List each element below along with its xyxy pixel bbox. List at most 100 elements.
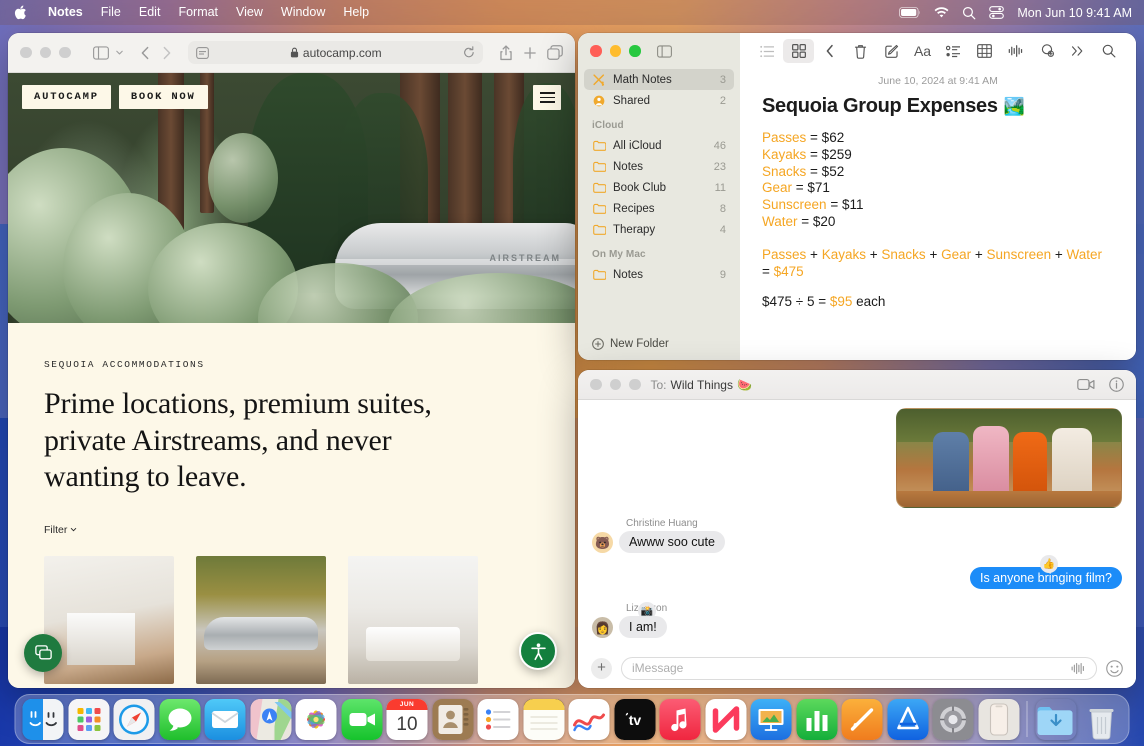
notes-window[interactable]: Math Notes 3 Shared 2 iCloud All iCloud … bbox=[578, 33, 1136, 360]
dock-app-apple-tv[interactable]: tv bbox=[614, 699, 655, 740]
camera-tapback-icon[interactable]: 📸 bbox=[638, 602, 656, 620]
address-bar[interactable]: autocamp.com bbox=[188, 41, 484, 64]
filter-control[interactable]: Filter bbox=[44, 524, 539, 536]
more-chevrons-icon[interactable] bbox=[1062, 39, 1093, 63]
sidebar-item-all-icloud[interactable]: All iCloud 46 bbox=[584, 135, 734, 156]
dock-app-freeform[interactable] bbox=[569, 699, 610, 740]
chat-bubble-icon[interactable] bbox=[24, 634, 62, 672]
forward-button[interactable] bbox=[161, 46, 172, 60]
sidebar-item-notes-local[interactable]: Notes 9 bbox=[584, 264, 734, 285]
dock-app-numbers[interactable] bbox=[796, 699, 837, 740]
dock-app-contacts[interactable] bbox=[432, 699, 473, 740]
minimize-button[interactable] bbox=[40, 47, 52, 59]
avatar[interactable]: 🐻 bbox=[592, 532, 613, 553]
dock-app-calendar[interactable]: JUN 10 bbox=[387, 699, 428, 740]
photo-message[interactable] bbox=[896, 408, 1122, 508]
format-aa-icon[interactable]: Aa bbox=[907, 39, 938, 63]
menu-item-edit[interactable]: Edit bbox=[130, 0, 170, 25]
share-icon[interactable] bbox=[499, 45, 513, 61]
sidebar-item-recipes[interactable]: Recipes 8 bbox=[584, 198, 734, 219]
menu-item-view[interactable]: View bbox=[227, 0, 272, 25]
dock-app-app-store[interactable] bbox=[887, 699, 928, 740]
dock-app-messages[interactable] bbox=[159, 699, 200, 740]
url-text-container[interactable]: autocamp.com bbox=[215, 46, 458, 60]
messages-traffic-lights[interactable] bbox=[590, 379, 641, 391]
menu-item-format[interactable]: Format bbox=[169, 0, 227, 25]
reader-icon[interactable] bbox=[196, 47, 209, 59]
notes-traffic-lights[interactable] bbox=[590, 45, 641, 57]
message-thread[interactable]: Christine Huang 🐻 Awww soo cute 👍 Is any… bbox=[578, 400, 1136, 648]
sidebar-item-shared[interactable]: Shared 2 bbox=[584, 90, 734, 111]
dock-app-music[interactable] bbox=[660, 699, 701, 740]
control-center-icon[interactable] bbox=[989, 6, 1004, 19]
sidebar-item-book-club[interactable]: Book Club 11 bbox=[584, 177, 734, 198]
compose-icon[interactable] bbox=[876, 39, 907, 63]
new-folder-button[interactable]: New Folder bbox=[578, 338, 740, 360]
book-now-button[interactable]: BOOK NOW bbox=[119, 85, 208, 109]
dock-downloads-folder[interactable] bbox=[1035, 699, 1076, 740]
close-button[interactable] bbox=[590, 45, 602, 57]
accessibility-icon[interactable] bbox=[519, 632, 557, 670]
dock-app-safari[interactable] bbox=[114, 699, 155, 740]
menu-item-window[interactable]: Window bbox=[272, 0, 334, 25]
wifi-icon[interactable] bbox=[934, 7, 949, 19]
sidebar-item-notes-icloud[interactable]: Notes 23 bbox=[584, 156, 734, 177]
menu-item-help[interactable]: Help bbox=[334, 0, 378, 25]
menu-item-file[interactable]: File bbox=[92, 0, 130, 25]
info-circle-icon[interactable] bbox=[1109, 377, 1124, 392]
conversation-recipient[interactable]: To: Wild Things 🍉 bbox=[651, 378, 752, 392]
audio-waveform-icon[interactable] bbox=[1000, 39, 1031, 63]
back-button[interactable] bbox=[140, 46, 151, 60]
message-bubble[interactable]: Awww soo cute bbox=[619, 531, 725, 553]
sidebar-toggle-icon[interactable] bbox=[657, 45, 672, 58]
dock-app-system-settings[interactable] bbox=[933, 699, 974, 740]
dock-app-news[interactable] bbox=[705, 699, 746, 740]
minimize-button[interactable] bbox=[610, 45, 622, 57]
listing-thumbnail[interactable] bbox=[196, 556, 326, 684]
battery-icon[interactable] bbox=[899, 7, 921, 18]
dock-app-photos[interactable] bbox=[296, 699, 337, 740]
new-tab-button[interactable] bbox=[523, 46, 537, 60]
zoom-button[interactable] bbox=[629, 45, 641, 57]
safari-traffic-lights[interactable] bbox=[20, 47, 71, 59]
close-button[interactable] bbox=[590, 379, 602, 391]
search-icon[interactable] bbox=[1093, 39, 1124, 63]
site-logo[interactable]: AUTOCAMP bbox=[22, 85, 111, 109]
dock-app-maps[interactable] bbox=[250, 699, 291, 740]
markup-icon[interactable] bbox=[1031, 39, 1062, 63]
trash-icon[interactable] bbox=[845, 39, 876, 63]
checklist-icon[interactable] bbox=[938, 39, 969, 63]
zoom-button[interactable] bbox=[59, 47, 71, 59]
dock-app-mail[interactable] bbox=[205, 699, 246, 740]
apple-logo-icon[interactable] bbox=[14, 5, 27, 20]
listing-thumbnail[interactable] bbox=[44, 556, 174, 684]
reload-icon[interactable] bbox=[463, 46, 475, 59]
dock-app-iphone-mirroring[interactable] bbox=[978, 699, 1019, 740]
list-view-icon[interactable] bbox=[752, 39, 783, 63]
zoom-button[interactable] bbox=[629, 379, 641, 391]
safari-window[interactable]: autocamp.com bbox=[8, 33, 575, 688]
menu-item-app[interactable]: Notes bbox=[39, 0, 92, 25]
thumbs-up-tapback-icon[interactable]: 👍 bbox=[1040, 555, 1058, 573]
video-camera-icon[interactable] bbox=[1077, 378, 1095, 391]
messages-window[interactable]: To: Wild Things 🍉 bbox=[578, 370, 1136, 688]
sidebar-item-therapy[interactable]: Therapy 4 bbox=[584, 219, 734, 240]
search-icon[interactable] bbox=[962, 6, 976, 20]
dock-app-launchpad[interactable] bbox=[68, 699, 109, 740]
back-chevron-icon[interactable] bbox=[814, 39, 845, 63]
sidebar-item-math-notes[interactable]: Math Notes 3 bbox=[584, 69, 734, 90]
attach-plus-icon[interactable]: + bbox=[591, 658, 612, 679]
close-button[interactable] bbox=[20, 47, 32, 59]
message-input[interactable]: iMessage bbox=[621, 657, 1097, 680]
tab-overview-icon[interactable] bbox=[547, 45, 563, 60]
listing-thumbnail[interactable] bbox=[348, 556, 478, 684]
emoji-smiley-icon[interactable] bbox=[1106, 660, 1123, 677]
hamburger-icon[interactable] bbox=[533, 85, 561, 110]
sidebar-icon[interactable] bbox=[93, 46, 109, 60]
note-content[interactable]: June 10, 2024 at 9:41 AM Sequoia Group E… bbox=[740, 69, 1136, 311]
dock-app-pages[interactable] bbox=[842, 699, 883, 740]
dock-app-finder[interactable] bbox=[23, 699, 64, 740]
avatar[interactable]: 👩 bbox=[592, 617, 613, 638]
gallery-view-icon[interactable] bbox=[783, 39, 814, 63]
menu-bar-clock[interactable]: Mon Jun 10 9:41 AM bbox=[1017, 6, 1132, 20]
